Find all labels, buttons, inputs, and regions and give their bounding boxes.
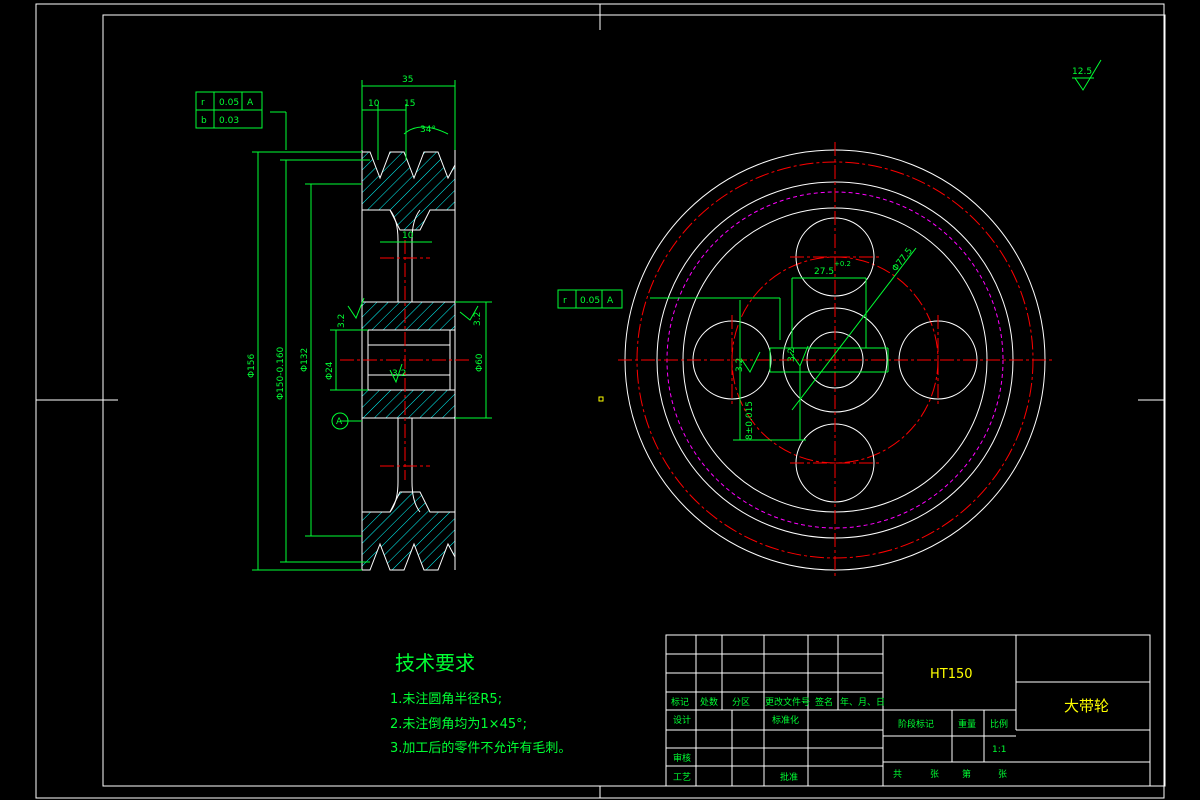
tb-footer-no: 第 bbox=[962, 768, 971, 780]
front-view: r 0.05 A 27.5 +0.2 Φ77.5 8±0.015 3.2 3.2 bbox=[557, 142, 1052, 578]
tolerance-frame-front: r 0.05 A bbox=[557, 289, 623, 309]
tb-approve: 批准 bbox=[780, 771, 798, 783]
tb-h-docno: 更改文件号 bbox=[765, 696, 810, 708]
tb-footer-sheet1: 张 bbox=[930, 769, 939, 780]
dim-groove-angle: 34° bbox=[420, 125, 436, 135]
dim-rough-key2: 3.2 bbox=[787, 348, 797, 362]
technical-requirements: 技术要求 1.未注圆角半径R5; 2.未注倒角均为1×45°; 3.加工后的零件… bbox=[390, 651, 571, 756]
tb-h-count: 处数 bbox=[700, 696, 718, 708]
title-block: 标记 处数 分区 更改文件号 签名 年、月、日 设计 标准化 审核 工艺 批准 … bbox=[665, 634, 1151, 787]
tech-req-2: 2.未注倒角均为1×45°; bbox=[390, 717, 527, 732]
tol-front-val: 0.05 bbox=[580, 296, 600, 306]
tb-part-name: 大带轮 bbox=[1064, 697, 1109, 715]
dim-rough-key1: 3.2 bbox=[735, 358, 745, 372]
tol-side-val2: 0.03 bbox=[219, 116, 239, 126]
rough-left: 3.2 bbox=[337, 314, 347, 328]
front-centerlines bbox=[618, 142, 1052, 578]
tol-front-datum: A bbox=[607, 296, 614, 306]
tb-scale-value: 1:1 bbox=[992, 745, 1006, 755]
tb-h-sign: 签名 bbox=[815, 696, 833, 708]
hub-upper-section bbox=[361, 301, 456, 331]
tolerance-frame-side: r 0.05 A b 0.03 bbox=[195, 91, 263, 129]
dim-web-d: Φ132 bbox=[300, 348, 310, 372]
dim-key-width: 8±0.015 bbox=[745, 401, 755, 440]
rim-top-section bbox=[361, 151, 456, 231]
dim-od: Φ156 bbox=[247, 353, 257, 378]
keyway bbox=[650, 247, 917, 441]
side-section-view: r 0.05 A b 0.03 A 35 10 15 34° 10 Φ156 Φ… bbox=[195, 75, 492, 571]
drawing-sheet: 12.5 r 0.05 A b 0.03 A 35 10 15 34° 10 Φ… bbox=[35, 3, 1166, 799]
rim-bottom-section bbox=[361, 491, 456, 571]
hub-lower-section bbox=[361, 389, 456, 419]
tol-front-sym: r bbox=[563, 296, 567, 306]
tb-design: 设计 bbox=[673, 714, 691, 726]
dim-bore: Φ24 bbox=[325, 361, 335, 380]
dim-keyway-depth: 27.5 bbox=[814, 267, 834, 277]
tb-h-date: 年、月、日 bbox=[840, 696, 885, 708]
tech-req-title: 技术要求 bbox=[395, 651, 475, 675]
tech-req-1: 1.未注圆角半径R5; bbox=[390, 692, 502, 707]
general-roughness-value: 12.5 bbox=[1072, 67, 1092, 77]
tb-stage: 阶段标记 bbox=[898, 718, 934, 730]
rough-bore: 3.2 bbox=[392, 369, 406, 379]
tol-side-val1: 0.05 bbox=[219, 98, 239, 108]
rough-right: 3.2 bbox=[473, 312, 483, 326]
dim-groove-pitch: 15 bbox=[404, 99, 415, 109]
small-marker bbox=[598, 396, 604, 402]
general-roughness: 12.5 bbox=[1072, 59, 1102, 91]
tol-side-sym2: b bbox=[201, 116, 207, 126]
dim-keyway-tol: +0.2 bbox=[834, 260, 851, 268]
tb-standard: 标准化 bbox=[772, 714, 799, 726]
dim-width-total: 35 bbox=[402, 75, 413, 85]
side-centerlines bbox=[340, 240, 470, 480]
tb-footer-total: 共 bbox=[893, 769, 902, 780]
tb-weight: 重量 bbox=[958, 718, 976, 730]
dim-pitch-d: Φ150-0.160 bbox=[276, 346, 286, 400]
dim-groove-offset: 10 bbox=[368, 99, 380, 109]
tol-side-sym1: r bbox=[201, 98, 205, 108]
dim-hole-pcd: Φ77.5 bbox=[890, 246, 915, 274]
tb-material: HT150 bbox=[930, 667, 973, 682]
tol-side-datum1: A bbox=[247, 98, 254, 108]
dim-hub-width: 10 bbox=[402, 231, 414, 241]
dim-hub-d: Φ60 bbox=[475, 353, 485, 372]
datum-label: A bbox=[336, 417, 343, 427]
inner-frame bbox=[102, 14, 1166, 787]
tb-footer-sheet2: 张 bbox=[998, 769, 1007, 780]
tb-process: 工艺 bbox=[673, 772, 691, 783]
tech-req-3: 3.加工后的零件不允许有毛刺。 bbox=[390, 740, 571, 756]
tb-scale-label: 比例 bbox=[990, 718, 1008, 730]
tb-h-zone: 分区 bbox=[732, 697, 750, 708]
tb-h-mark: 标记 bbox=[671, 696, 689, 708]
tb-review: 审核 bbox=[673, 752, 691, 764]
